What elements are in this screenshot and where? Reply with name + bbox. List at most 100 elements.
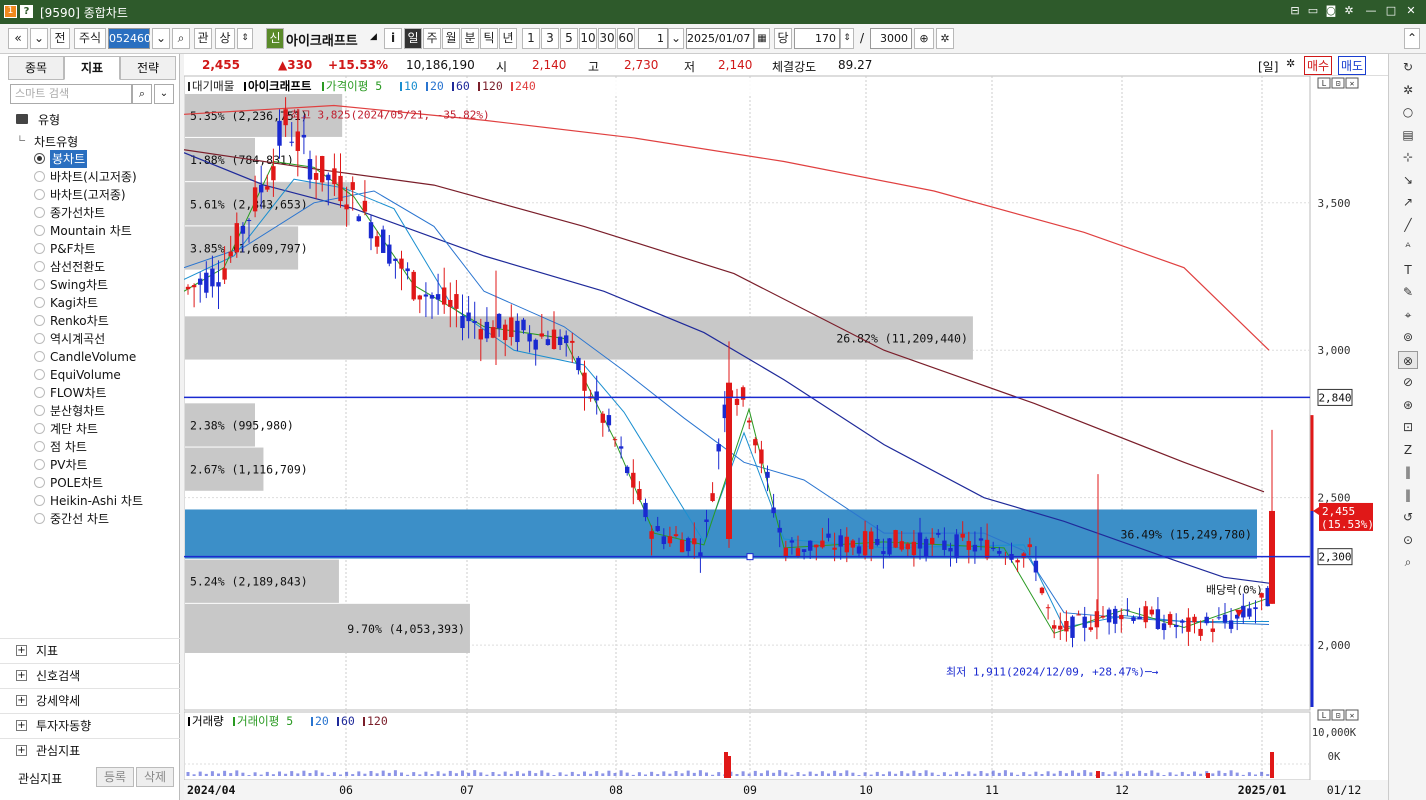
mult-5-button[interactable]: 5 bbox=[560, 28, 578, 49]
mult-1-button[interactable]: 1 bbox=[522, 28, 540, 49]
zigzag-icon[interactable]: Z bbox=[1398, 441, 1418, 459]
tab-strategy[interactable]: 전략 bbox=[120, 56, 176, 80]
delete-button[interactable]: 삭제 bbox=[136, 767, 174, 787]
fib-icon[interactable]: ‖ bbox=[1398, 463, 1418, 481]
period-tick-tab[interactable]: 틱 bbox=[480, 28, 498, 49]
period-month-tab[interactable]: 월 bbox=[442, 28, 460, 49]
text-icon[interactable]: T bbox=[1398, 261, 1418, 279]
period-year-tab[interactable]: 년 bbox=[499, 28, 517, 49]
chart-canvas[interactable]: 5.35% (2,236,751)1.88% (784,831)5.61% (2… bbox=[184, 76, 1388, 800]
gear-icon[interactable]: ✲ bbox=[1342, 4, 1356, 18]
chart-type-radio[interactable] bbox=[34, 387, 45, 398]
count-spin-icon[interactable]: ⇕ bbox=[840, 28, 854, 49]
mult-60-button[interactable]: 60 bbox=[617, 28, 635, 49]
chart-type-item[interactable]: 중간선 차트 bbox=[50, 510, 109, 528]
chart-type-item[interactable]: CandleVolume bbox=[50, 348, 136, 366]
zoom-icon[interactable]: ⊗ bbox=[1398, 350, 1418, 369]
trend-icon[interactable]: ↘ bbox=[1398, 171, 1418, 189]
chart-type-radio[interactable] bbox=[34, 495, 45, 506]
tab-indicator[interactable]: 지표 bbox=[64, 56, 120, 80]
smart-search-input[interactable]: 스마트 검색 bbox=[10, 84, 132, 104]
mult-10-button[interactable]: 10 bbox=[579, 28, 597, 49]
calendar-icon[interactable]: ▦ bbox=[754, 28, 770, 49]
chart-type-item[interactable]: 바차트(고저종) bbox=[50, 186, 126, 204]
watch-button[interactable]: 관 bbox=[194, 28, 212, 49]
chart-type-item[interactable]: Heikin-Ashi 차트 bbox=[50, 492, 143, 510]
chart-type-item[interactable]: FLOW차트 bbox=[50, 384, 107, 402]
hand-icon[interactable]: ⊡ bbox=[1398, 418, 1418, 436]
sidebar-section[interactable]: 지표 bbox=[0, 638, 180, 662]
mult-30-button[interactable]: 30 bbox=[598, 28, 616, 49]
sidebar-section[interactable]: 신호검색 bbox=[0, 663, 180, 687]
eraser-icon[interactable]: ⊛ bbox=[1398, 396, 1418, 414]
prev-button[interactable]: « bbox=[8, 28, 28, 49]
stock-code-input[interactable]: 052460 bbox=[108, 28, 151, 49]
maximize-icon[interactable]: □ bbox=[1384, 4, 1398, 18]
crosshair-icon[interactable]: ⊹ bbox=[1398, 148, 1418, 166]
zoom-icon[interactable]: ⊕ bbox=[914, 28, 934, 49]
date-input[interactable]: 2025/01/07 bbox=[686, 28, 754, 49]
pencil-icon[interactable]: ✎ bbox=[1398, 283, 1418, 301]
expand-plus-icon[interactable]: + bbox=[16, 695, 27, 706]
sidebar-section[interactable]: 관심지표 bbox=[0, 738, 180, 762]
expand-icon[interactable]: ⌄ bbox=[154, 84, 174, 104]
minimize-icon[interactable]: — bbox=[1364, 4, 1378, 18]
count-input[interactable]: 170 bbox=[794, 28, 840, 49]
market-type-button[interactable]: 주식 bbox=[74, 28, 106, 49]
refresh-icon[interactable]: ↻ bbox=[1398, 58, 1418, 76]
camera-icon[interactable]: ◙ bbox=[1324, 4, 1338, 18]
chart-gear-icon[interactable]: ✲ bbox=[1286, 57, 1295, 70]
chart-type-radio[interactable] bbox=[34, 297, 45, 308]
stock-menu-icon[interactable]: ◢ bbox=[370, 32, 377, 42]
sidebar-section[interactable]: 투자자동향 bbox=[0, 713, 180, 737]
close-icon[interactable]: ✕ bbox=[1404, 4, 1418, 18]
spin-icon[interactable]: ⇕ bbox=[237, 28, 253, 49]
chart-type-item[interactable]: 삼선전환도 bbox=[50, 258, 105, 276]
chart-type-item[interactable]: 역시계곡선 bbox=[50, 330, 105, 348]
interval-dropdown-icon[interactable]: ⌄ bbox=[668, 28, 684, 49]
search-icon[interactable]: ⌕ bbox=[1398, 553, 1418, 571]
chart-type-radio[interactable] bbox=[34, 225, 45, 236]
chart-type-radio[interactable] bbox=[34, 441, 45, 452]
chart-type-radio[interactable] bbox=[34, 171, 45, 182]
auto-icon[interactable]: ᴬ bbox=[1398, 238, 1418, 256]
buy-button[interactable]: 매수 bbox=[1304, 56, 1333, 75]
chart-type-item[interactable]: 계단 차트 bbox=[50, 420, 98, 438]
chart-type-radio[interactable] bbox=[34, 333, 45, 344]
chart-type-radio[interactable] bbox=[34, 153, 45, 164]
chart-type-radio[interactable] bbox=[34, 261, 45, 272]
chart-type-item[interactable]: 종가선차트 bbox=[50, 204, 105, 222]
gear-icon[interactable]: ✲ bbox=[1398, 81, 1418, 99]
expand-plus-icon[interactable]: + bbox=[16, 670, 27, 681]
total-input[interactable]: 3000 bbox=[870, 28, 912, 49]
chart-type-radio[interactable] bbox=[34, 405, 45, 416]
redo-icon[interactable]: ⊙ bbox=[1398, 531, 1418, 549]
help-icon[interactable]: ? bbox=[20, 5, 33, 18]
settings-icon[interactable]: ✲ bbox=[936, 28, 954, 49]
chart-type-radio[interactable] bbox=[34, 243, 45, 254]
chart-type-item[interactable]: P&F차트 bbox=[50, 240, 96, 258]
up-button[interactable]: 상 bbox=[215, 28, 235, 49]
expand-plus-icon[interactable]: + bbox=[16, 645, 27, 656]
register-button[interactable]: 등록 bbox=[96, 767, 134, 787]
period-minute-tab[interactable]: 분 bbox=[461, 28, 479, 49]
chart-type-item[interactable]: Swing차트 bbox=[50, 276, 108, 294]
pin-icon[interactable]: ⊟ bbox=[1288, 4, 1302, 18]
chart-type-item[interactable]: PV차트 bbox=[50, 456, 88, 474]
chart-type-item[interactable]: 바차트(시고저종) bbox=[50, 168, 137, 186]
circle-icon[interactable]: ○ bbox=[1398, 103, 1418, 121]
chart-type-item[interactable]: 점 차트 bbox=[50, 438, 87, 456]
code-dropdown-icon[interactable]: ⌄ bbox=[152, 28, 170, 49]
mult-3-button[interactable]: 3 bbox=[541, 28, 559, 49]
ray-icon[interactable]: ↗ bbox=[1398, 193, 1418, 211]
search-icon[interactable]: ⌕ bbox=[172, 28, 190, 49]
memo-icon[interactable]: ▭ bbox=[1306, 4, 1320, 18]
chart-type-radio[interactable] bbox=[34, 513, 45, 524]
chart-type-radio[interactable] bbox=[34, 315, 45, 326]
bar-icon[interactable]: ▤ bbox=[1398, 126, 1418, 144]
expand-plus-icon[interactable]: + bbox=[16, 745, 27, 756]
tab-stock[interactable]: 종목 bbox=[8, 56, 64, 80]
magnify-icon[interactable]: ⊚ bbox=[1398, 328, 1418, 346]
target-icon[interactable]: ⌖ bbox=[1398, 306, 1418, 324]
info-button[interactable]: i bbox=[384, 28, 402, 49]
